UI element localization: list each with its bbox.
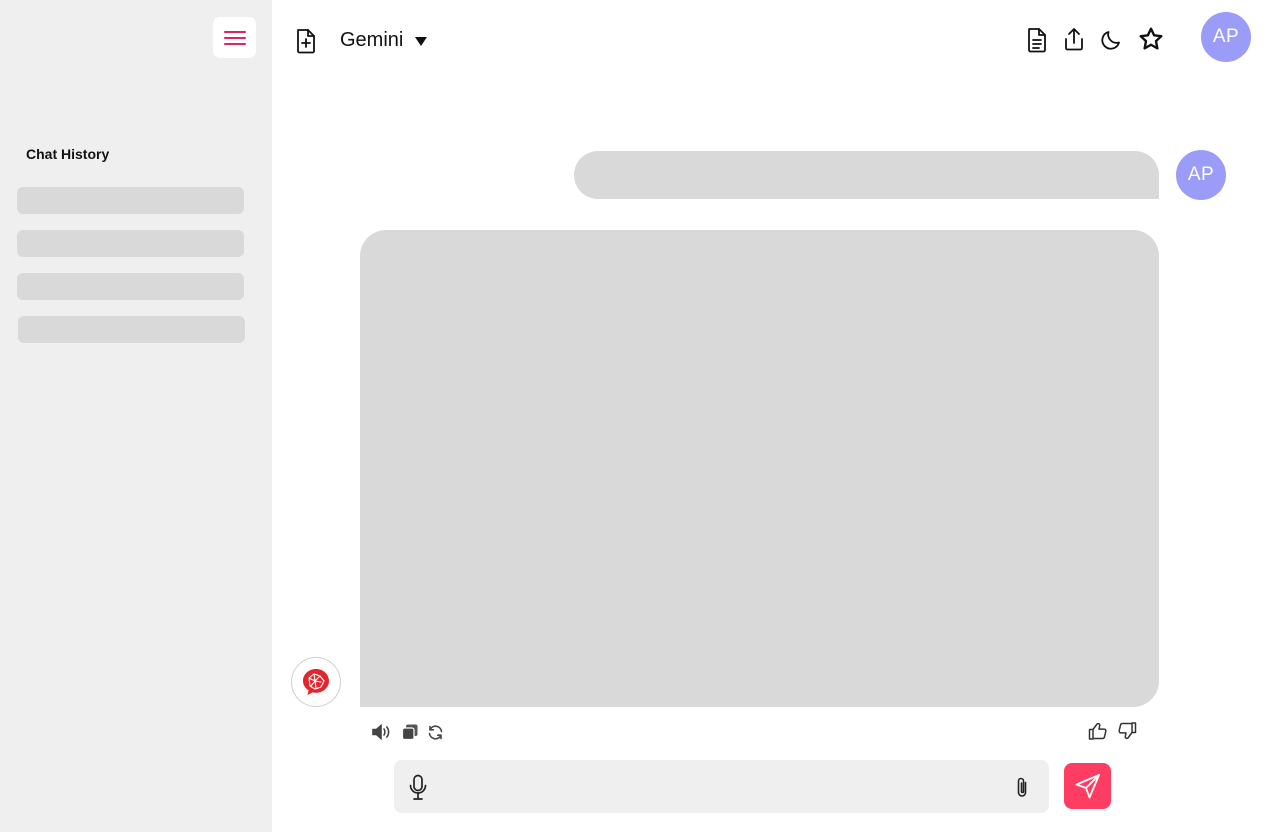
chat-history-title: Chat History	[26, 146, 110, 162]
bot-logo-icon	[303, 669, 329, 695]
sidebar: Chat History	[0, 0, 272, 832]
message-user-avatar: AP	[1176, 150, 1226, 200]
copy-icon	[401, 724, 418, 741]
new-document-icon	[297, 29, 315, 54]
copy-button[interactable]	[400, 723, 420, 741]
bot-message-bubble	[360, 230, 1159, 707]
star-icon	[1139, 27, 1163, 50]
chat-history-item[interactable]	[17, 273, 244, 300]
menu-toggle-button[interactable]	[213, 17, 256, 58]
send-icon	[1075, 774, 1100, 799]
chat-history-item[interactable]	[18, 316, 245, 343]
favorite-button[interactable]	[1137, 25, 1165, 53]
moon-icon	[1101, 31, 1120, 50]
voice-input-button[interactable]	[406, 773, 430, 801]
dislike-button[interactable]	[1116, 720, 1138, 742]
document-button[interactable]	[1024, 26, 1050, 54]
like-button[interactable]	[1087, 720, 1109, 742]
refresh-icon	[428, 724, 442, 740]
paperclip-icon	[1017, 777, 1027, 797]
hamburger-icon	[223, 30, 246, 45]
message-composer	[394, 760, 1049, 813]
thumbs-up-icon	[1088, 722, 1107, 740]
caret-down-icon	[415, 36, 427, 46]
read-aloud-button[interactable]	[370, 722, 392, 742]
share-button[interactable]	[1061, 25, 1087, 53]
speaker-icon	[371, 723, 389, 741]
regenerate-button[interactable]	[425, 723, 445, 741]
model-dropdown-button[interactable]	[413, 34, 429, 48]
message-input[interactable]	[446, 760, 996, 813]
new-chat-button[interactable]	[293, 27, 319, 55]
document-icon	[1028, 28, 1046, 53]
microphone-icon	[409, 774, 427, 800]
model-name[interactable]: Gemini	[340, 29, 403, 52]
share-icon	[1065, 28, 1083, 51]
bot-avatar	[291, 657, 341, 707]
send-button[interactable]	[1064, 763, 1111, 809]
theme-toggle-button[interactable]	[1098, 27, 1124, 53]
chat-history-item[interactable]	[17, 230, 244, 257]
user-message-bubble	[574, 151, 1159, 199]
thumbs-down-icon	[1118, 722, 1137, 740]
chat-history-item[interactable]	[17, 187, 244, 214]
attach-file-button[interactable]	[1012, 776, 1032, 800]
user-avatar[interactable]: AP	[1201, 12, 1251, 62]
